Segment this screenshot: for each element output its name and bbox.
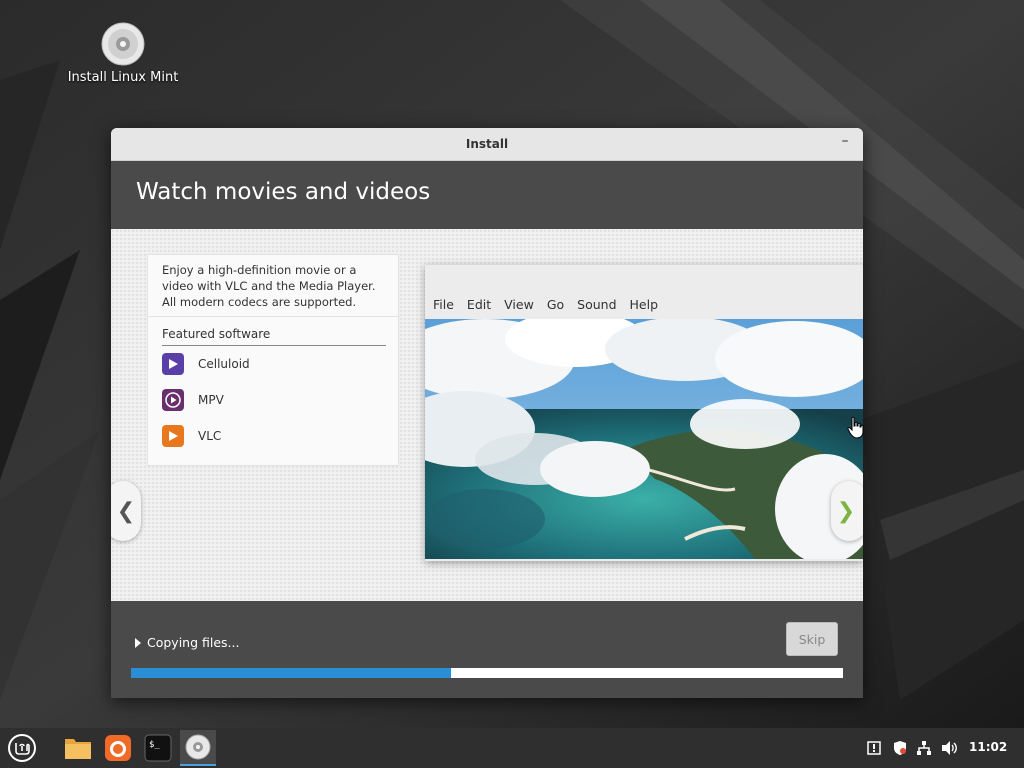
vlc-icon bbox=[162, 425, 184, 447]
menu-go: Go bbox=[546, 296, 565, 312]
expander-arrow-icon bbox=[135, 637, 141, 648]
desktop-icon-install[interactable]: Install Linux Mint bbox=[60, 22, 186, 85]
firefox-icon bbox=[105, 735, 131, 761]
chevron-left-icon: ❮ bbox=[116, 498, 136, 524]
app-name: VLC bbox=[198, 429, 222, 443]
menu-file: File bbox=[433, 296, 454, 312]
volume-icon bbox=[942, 741, 957, 755]
app-item-vlc: VLC bbox=[162, 425, 221, 447]
update-shield-tray-item[interactable] bbox=[890, 738, 910, 758]
network-tray-item[interactable] bbox=[914, 738, 934, 758]
menu-edit: Edit bbox=[466, 296, 492, 312]
app-item-celluloid: Celluloid bbox=[162, 353, 250, 375]
disc-icon bbox=[101, 22, 145, 66]
taskbar: $_ 11:02 bbox=[0, 728, 1024, 768]
terminal-launcher[interactable]: $_ bbox=[140, 730, 176, 766]
slide-description: Enjoy a high-definition movie or a video… bbox=[162, 263, 376, 309]
volume-tray-item[interactable] bbox=[940, 738, 960, 758]
installer-disc-icon bbox=[185, 734, 211, 760]
progress-fill bbox=[131, 668, 452, 678]
notification-tray-item[interactable] bbox=[864, 738, 884, 758]
divider bbox=[148, 316, 398, 317]
network-icon bbox=[917, 741, 931, 755]
terminal-icon: $_ bbox=[144, 734, 172, 762]
info-box: Enjoy a high-definition movie or a video… bbox=[147, 254, 399, 466]
status-expander[interactable]: Copying files... bbox=[135, 635, 239, 650]
celluloid-icon bbox=[162, 353, 184, 375]
menu-sound: Sound bbox=[577, 296, 617, 312]
mint-menu-icon bbox=[8, 734, 36, 762]
shield-icon bbox=[894, 741, 906, 755]
hand-cursor-icon bbox=[847, 416, 864, 439]
files-launcher[interactable] bbox=[60, 730, 96, 766]
menu-help: Help bbox=[629, 296, 659, 312]
slide-header: Watch movies and videos bbox=[111, 161, 863, 229]
status-text: Copying files... bbox=[147, 635, 240, 650]
skip-button[interactable]: Skip bbox=[786, 622, 838, 656]
media-player-screenshot: File Edit View Go Sound Help bbox=[425, 265, 863, 561]
window-title: Install bbox=[465, 137, 509, 151]
divider bbox=[162, 345, 386, 346]
slideshow-panel: Enjoy a high-definition movie or a video… bbox=[111, 229, 863, 601]
files-icon bbox=[65, 739, 91, 759]
firefox-launcher[interactable] bbox=[100, 730, 136, 766]
svg-text:$_: $_ bbox=[149, 740, 160, 750]
installer-task[interactable] bbox=[180, 730, 216, 766]
mpv-icon bbox=[162, 389, 184, 411]
video-frame bbox=[425, 319, 863, 559]
player-menubar: File Edit View Go Sound Help bbox=[425, 289, 663, 319]
installer-window: Install – Watch movies and videos Enjoy … bbox=[111, 128, 863, 698]
featured-software-label: Featured software bbox=[162, 327, 271, 341]
progress-footer: Copying files... Skip bbox=[111, 601, 863, 698]
app-name: Celluloid bbox=[198, 357, 250, 371]
clock[interactable]: 11:02 bbox=[969, 740, 1007, 754]
app-item-mpv: MPV bbox=[162, 389, 224, 411]
slide-title: Watch movies and videos bbox=[136, 179, 431, 205]
titlebar[interactable]: Install – bbox=[111, 128, 863, 161]
progress-bar bbox=[131, 668, 843, 678]
menu-view: View bbox=[504, 296, 534, 312]
desktop-icon-label: Install Linux Mint bbox=[67, 70, 179, 85]
previous-slide-button[interactable]: ❮ bbox=[111, 481, 141, 541]
next-slide-button[interactable]: ❯ bbox=[831, 481, 863, 541]
mint-menu-button[interactable] bbox=[4, 730, 40, 766]
chevron-right-icon: ❯ bbox=[836, 498, 856, 524]
minimize-button[interactable]: – bbox=[837, 133, 853, 153]
app-name: MPV bbox=[198, 393, 224, 407]
notification-icon bbox=[867, 741, 881, 755]
